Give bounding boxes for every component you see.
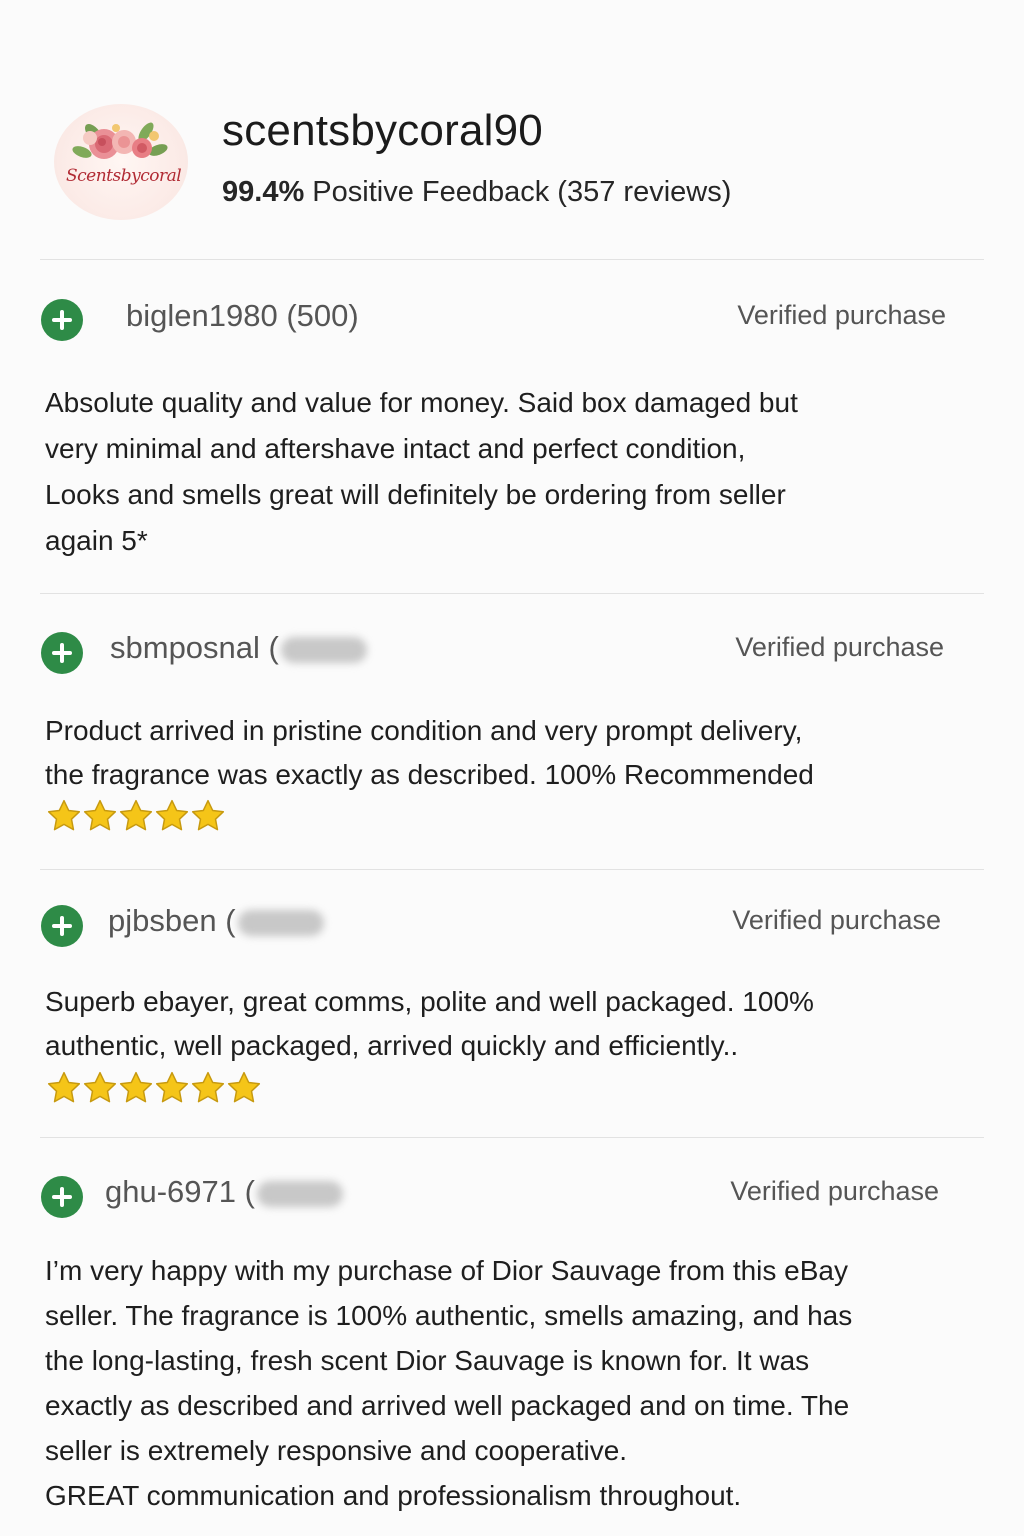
- positive-feedback-icon: [41, 1176, 83, 1218]
- verified-purchase-badge: Verified purchase: [735, 632, 944, 662]
- star-icon: [83, 1071, 117, 1103]
- seller-name[interactable]: scentsbycoral90: [222, 106, 543, 156]
- positive-feedback-icon: [41, 905, 83, 947]
- review-text: I’m very happy with my purchase of Dior …: [45, 1255, 853, 1511]
- review-item: biglen1980 (500) Verified purchase Absol…: [0, 260, 1024, 593]
- star-icon: [191, 1071, 225, 1103]
- positive-percentage: 99.4%: [222, 176, 305, 208]
- blurred-score: [256, 1180, 343, 1207]
- seller-avatar[interactable]: Scentsbycoral: [54, 104, 188, 220]
- reviewer-label: pjbsben (: [108, 903, 236, 938]
- reviewer-label: ghu-6971 (: [105, 1174, 255, 1209]
- verified-purchase-badge: Verified purchase: [737, 300, 946, 330]
- review-item: ghu-6971 ( Verified purchase I’m very ha…: [0, 1138, 1024, 1536]
- star-icon: [155, 1071, 189, 1103]
- feedback-summary[interactable]: 99.4% Positive Feedback (357 reviews): [222, 176, 731, 209]
- star-icon: [119, 799, 153, 831]
- review-text: Product arrived in pristine condition an…: [45, 715, 814, 790]
- review-item: pjbsben ( Verified purchase Superb ebaye…: [0, 870, 1024, 1137]
- star-icon: [119, 1071, 153, 1103]
- star-icon: [155, 799, 189, 831]
- star-rating: [46, 1070, 262, 1106]
- star-icon: [227, 1071, 261, 1103]
- logo-text: Scentsbycoral: [66, 166, 182, 186]
- positive-feedback-icon: [41, 632, 83, 674]
- star-icon: [47, 799, 81, 831]
- star-icon: [47, 1071, 81, 1103]
- star-icon: [191, 799, 225, 831]
- reviewer-name[interactable]: ghu-6971 (: [105, 1174, 343, 1210]
- reviewer-name[interactable]: sbmposnal (: [110, 630, 367, 666]
- blurred-score: [237, 909, 324, 936]
- reviewer-name[interactable]: biglen1980 (500): [126, 298, 359, 334]
- verified-purchase-badge: Verified purchase: [730, 1176, 939, 1206]
- review-item: sbmposnal ( Verified purchase Product ar…: [0, 594, 1024, 869]
- seller-header: Scentsbycoral scentsbycoral90 99.4% Posi…: [0, 0, 1024, 258]
- reviewer-label: biglen1980 (500): [126, 298, 359, 333]
- positive-feedback-icon: [41, 299, 83, 341]
- verified-purchase-badge: Verified purchase: [732, 905, 941, 935]
- reviewer-name[interactable]: pjbsben (: [108, 903, 324, 939]
- reviewer-label: sbmposnal (: [110, 630, 279, 665]
- rose-logo-icon: [72, 122, 168, 159]
- feedback-label: Positive Feedback (357 reviews): [312, 176, 732, 208]
- star-rating: [46, 798, 226, 834]
- review-text: Absolute quality and value for money. Sa…: [45, 387, 798, 556]
- star-icon: [83, 799, 117, 831]
- review-text: Superb ebayer, great comms, polite and w…: [45, 986, 814, 1061]
- blurred-score: [280, 636, 367, 663]
